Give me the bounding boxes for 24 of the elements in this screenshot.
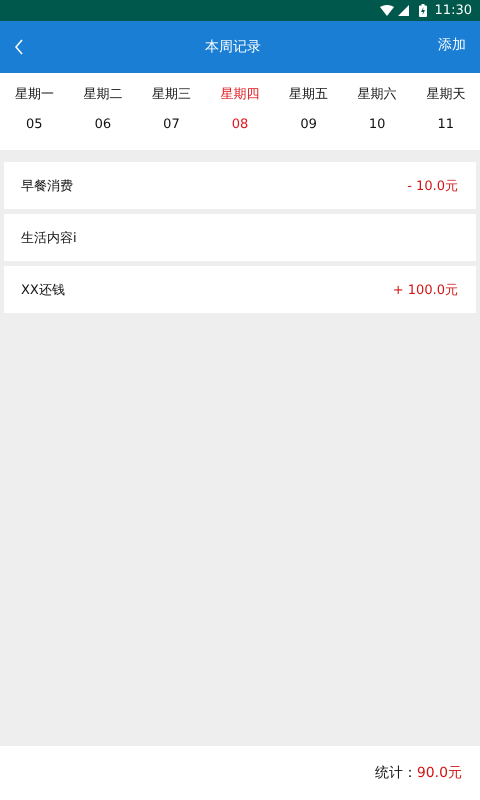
record-title: 生活内容i	[21, 230, 77, 246]
day-tab[interactable]: 星期三 07	[137, 73, 206, 150]
signal-icon	[398, 5, 409, 16]
record-title: 早餐消费	[21, 178, 73, 194]
page-title: 本周记录	[205, 38, 261, 56]
day-tab[interactable]: 星期六 10	[342, 73, 412, 150]
day-tab[interactable]: 星期一 05	[0, 73, 69, 150]
total-amount: 90.0元	[416, 764, 462, 782]
day-tab[interactable]: 星期四 08	[206, 73, 274, 150]
record-item[interactable]: 早餐消费 - 10.0元	[4, 162, 476, 209]
day-tab[interactable]: 星期二 06	[68, 73, 138, 150]
status-time: 11:30	[434, 3, 472, 18]
record-item[interactable]: 生活内容i	[4, 214, 476, 261]
back-icon	[14, 39, 24, 55]
record-title: XX还钱	[21, 282, 65, 298]
wifi-icon	[380, 5, 394, 16]
day-tab[interactable]: 星期五 09	[274, 73, 343, 150]
record-amount: + 100.0元	[392, 282, 458, 298]
day-tab[interactable]: 星期天 11	[411, 73, 480, 150]
record-amount: - 10.0元	[407, 178, 458, 194]
add-button[interactable]: 添加	[438, 36, 466, 54]
record-item[interactable]: XX还钱 + 100.0元	[4, 266, 476, 313]
total-label: 统计：	[374, 764, 417, 782]
battery-charging-icon	[418, 4, 427, 17]
